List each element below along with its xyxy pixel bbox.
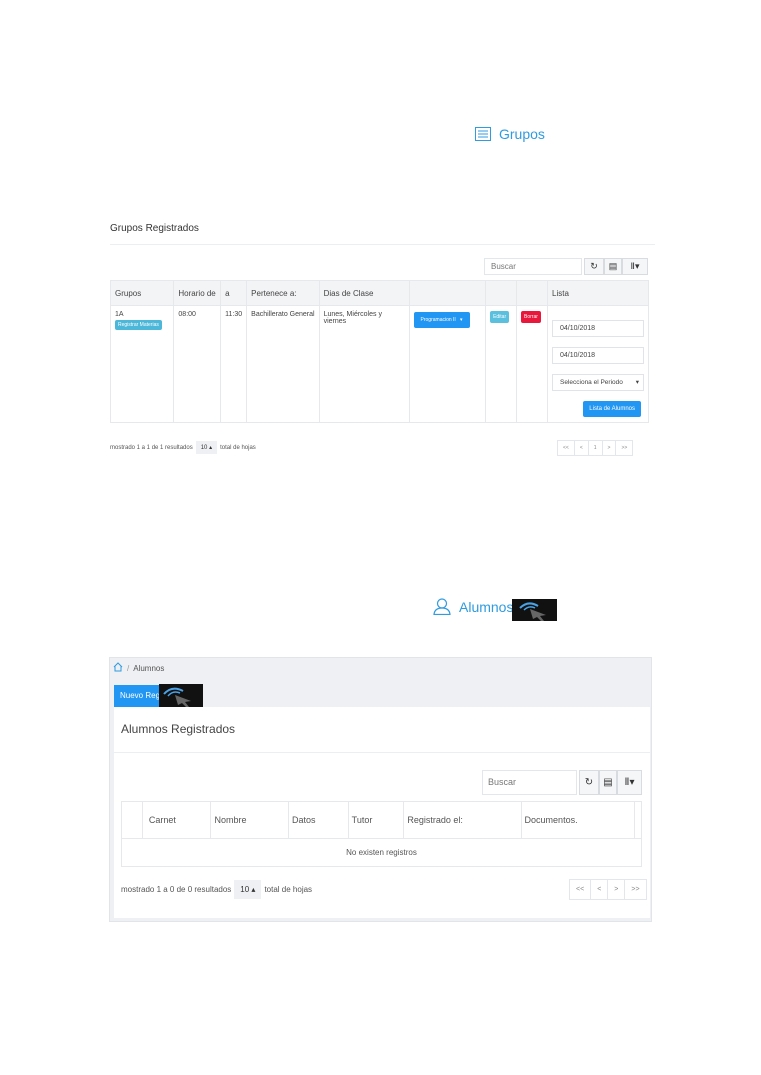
alumnos-panel-title: Alumnos Registrados [121, 722, 236, 736]
col-blank-2 [485, 280, 517, 306]
col-checkbox [121, 801, 143, 839]
cursor-icon [512, 599, 557, 621]
col-documentos: Documentos. [520, 801, 636, 839]
refresh-icon[interactable]: ↻ [579, 770, 599, 795]
list-icon [475, 127, 491, 141]
per-page-value: 10 [240, 885, 250, 894]
editar-button[interactable]: Editar [490, 311, 510, 323]
prev-page-button[interactable]: < [591, 880, 609, 899]
periodo-select[interactable]: Selecciona el Periodo ▾ [552, 374, 644, 391]
alumnos-title: Alumnos [459, 598, 514, 615]
grupos-title: Grupos [499, 126, 545, 142]
borrar-button[interactable]: Borrar [521, 311, 541, 323]
divider [114, 752, 650, 753]
table-row: 1A Registrar Materias 08:00 11:30 Bachil… [109, 305, 649, 423]
first-page-button[interactable]: << [558, 441, 575, 455]
col-lista: Lista [547, 280, 649, 306]
prev-page-button[interactable]: < [575, 441, 589, 455]
cell-lista: 04/10/2018 04/10/2018 Selecciona el Peri… [547, 305, 649, 423]
grupos-footer: mostrado 1 a 1 de 1 resultados 10 ▴ tota… [110, 441, 256, 454]
col-pertenece: Pertenece a: [246, 280, 320, 306]
grupos-table: Grupos Horario de a Pertenece a: Dias de… [109, 280, 649, 423]
home-icon[interactable] [113, 662, 123, 674]
col-carnet: Carnet [141, 801, 212, 839]
col-registrado: Registrado el: [403, 801, 522, 839]
cursor-icon [159, 684, 203, 707]
total-hojas-text: total de hojas [264, 885, 313, 894]
alumnos-table: Carnet Nombre Datos Tutor Registrado el:… [121, 801, 642, 867]
cell-grupo: 1A Registrar Materias [109, 305, 175, 423]
columns-icon[interactable]: Ⅱ▾ [622, 258, 648, 275]
col-dias: Dias de Clase [318, 280, 410, 306]
last-page-button[interactable]: >> [625, 880, 645, 899]
list-view-icon[interactable]: ▤ [604, 258, 622, 275]
lista-alumnos-button[interactable]: Lista de Alumnos [583, 401, 641, 417]
mostrado-text: mostrado 1 a 0 de 0 resultados [121, 885, 232, 894]
programacion-dropdown[interactable]: Programacion II ▾ [413, 312, 470, 328]
empty-message: No existen registros [121, 838, 642, 867]
grupos-pagination: << < 1 > >> [557, 440, 634, 456]
col-actions [634, 801, 642, 839]
alumnos-pagination: << < > >> [569, 879, 647, 900]
grupos-search-input[interactable]: Buscar [484, 258, 582, 275]
grupos-heading: Grupos [475, 126, 545, 142]
divider [110, 244, 655, 245]
first-page-button[interactable]: << [570, 880, 592, 899]
alumnos-heading: Alumnos [433, 598, 513, 615]
fecha-fin-field[interactable]: 04/10/2018 [552, 347, 644, 364]
cell-dias: Lunes, Miércoles y viernes [318, 305, 410, 423]
alumnos-footer: mostrado 1 a 0 de 0 resultados 10 ▴ tota… [121, 880, 312, 899]
col-a: a [220, 280, 248, 306]
page-1-button[interactable]: 1 [589, 441, 603, 455]
grupos-panel-title: Grupos Registrados [110, 223, 199, 234]
next-page-button[interactable]: > [608, 880, 626, 899]
last-page-button[interactable]: >> [616, 441, 632, 455]
per-page-select[interactable]: 10 ▴ [195, 441, 218, 454]
per-page-select[interactable]: 10 ▴ [234, 880, 262, 899]
col-nombre: Nombre [210, 801, 289, 839]
caret-down-icon: ▾ [635, 379, 639, 386]
col-tutor: Tutor [347, 801, 405, 839]
cell-pertenece: Bachillerato General [246, 305, 320, 423]
col-datos: Datos [288, 801, 349, 839]
columns-icon[interactable]: Ⅱ▾ [617, 770, 642, 795]
grupo-name: 1A [115, 311, 124, 318]
periodo-label: Selecciona el Periodo [560, 379, 623, 386]
nuevo-registro-button[interactable]: Nuevo Regis [114, 685, 163, 707]
cell-editar: Editar [485, 305, 517, 423]
user-icon [433, 598, 451, 615]
cell-horario-a: 11:30 [220, 305, 248, 423]
fecha-inicio-field[interactable]: 04/10/2018 [552, 320, 644, 337]
programacion-label: Programacion II [420, 317, 456, 323]
caret-down-icon: ▾ [460, 317, 463, 323]
cell-borrar: Borrar [516, 305, 548, 423]
cell-horario-de: 08:00 [173, 305, 222, 423]
breadcrumb-current: Alumnos [133, 663, 165, 673]
col-grupos: Grupos [109, 280, 175, 306]
col-horario-de: Horario de [173, 280, 222, 306]
list-view-icon[interactable]: ▤ [599, 770, 617, 795]
col-blank-1 [408, 280, 487, 306]
breadcrumb-separator: / [127, 663, 130, 673]
next-page-button[interactable]: > [603, 441, 617, 455]
col-blank-3 [516, 280, 548, 306]
refresh-icon[interactable]: ↻ [584, 258, 604, 275]
cell-programacion: Programacion II ▾ [408, 305, 487, 423]
total-hojas-text: total de hojas [220, 444, 256, 451]
breadcrumb: / Alumnos [113, 662, 164, 674]
registrar-materias-button[interactable]: Registrar Materias [115, 320, 162, 330]
mostrado-text: mostrado 1 a 1 de 1 resultados [110, 444, 193, 451]
table-row: No existen registros [121, 838, 642, 867]
alumnos-search-input[interactable]: Buscar [482, 770, 577, 795]
per-page-value: 10 [200, 445, 208, 451]
